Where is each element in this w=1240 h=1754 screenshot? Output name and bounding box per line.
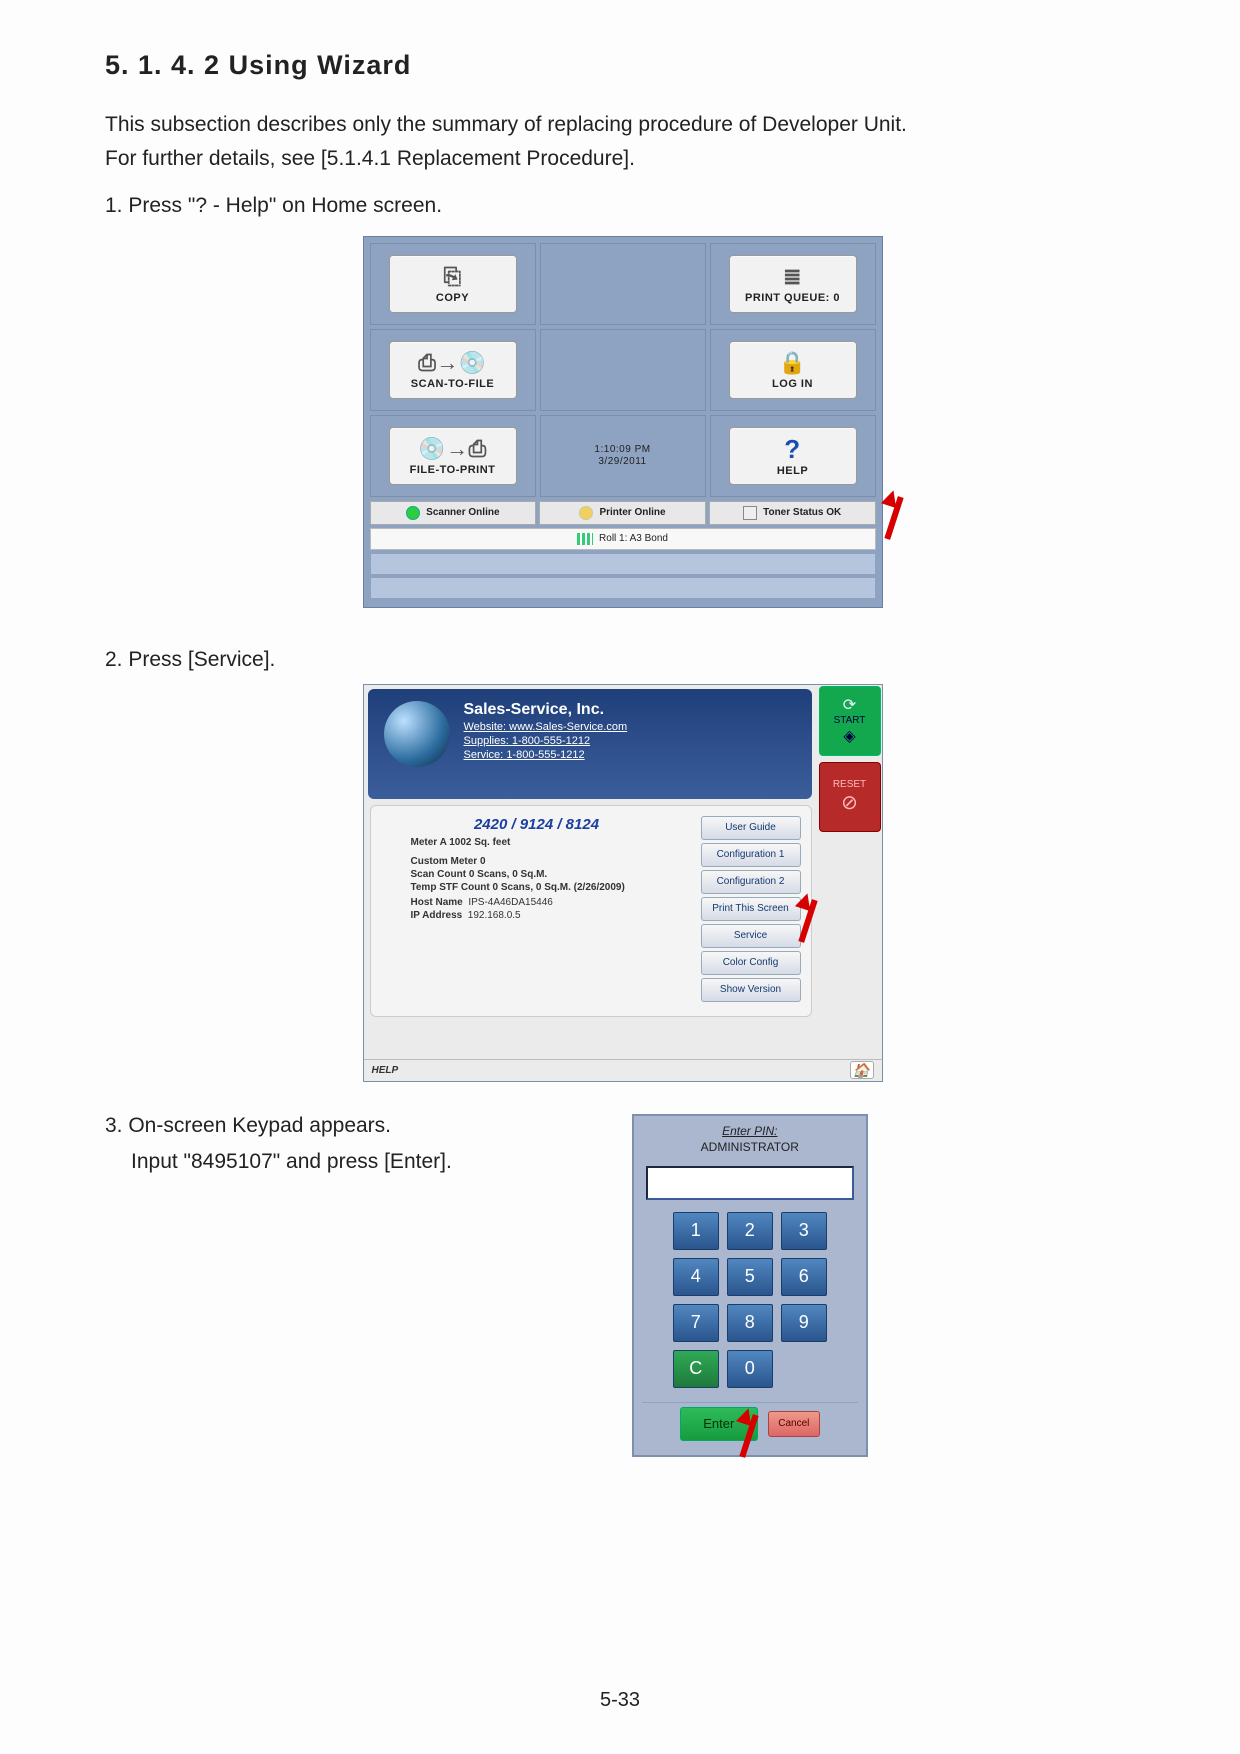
key-8[interactable]: 8: [727, 1304, 773, 1342]
home-time: 1:10:09 PM: [594, 444, 650, 456]
home-icon-button[interactable]: 🏠: [850, 1061, 874, 1079]
start-label: START: [834, 715, 866, 726]
service-label: Service:: [464, 749, 504, 761]
supplies-value: 1-800-555-1212: [512, 735, 590, 747]
file-to-print-icon: 💿→⎙: [418, 436, 487, 462]
step-3-line-1: 3. On-screen Keypad appears.: [105, 1114, 452, 1138]
toner-status-label: Toner Status OK: [763, 507, 841, 518]
toner-status-icon: [743, 506, 757, 520]
keypad-title: Enter PIN:: [642, 1124, 858, 1138]
service-value: 1-800-555-1212: [506, 749, 584, 761]
model-label: 2420 / 9124 / 8124: [381, 816, 693, 833]
key-5[interactable]: 5: [727, 1258, 773, 1296]
annotation-arrow-enter: [732, 1404, 768, 1460]
cancel-button[interactable]: Cancel: [768, 1411, 820, 1437]
custom-meter: Custom Meter 0: [411, 856, 486, 867]
help-header: Sales-Service, Inc. Website: www.Sales-S…: [368, 689, 812, 799]
pin-display[interactable]: [646, 1166, 854, 1200]
configuration-2-button[interactable]: Configuration 2: [701, 870, 801, 894]
step-1: 1. Press "? - Help" on Home screen.: [105, 194, 1140, 218]
print-queue-label: PRINT QUEUE: 0: [745, 292, 840, 304]
print-queue-icon: ≣: [783, 264, 802, 290]
show-version-button[interactable]: Show Version: [701, 978, 801, 1002]
scanner-status-icon: [406, 506, 420, 520]
hostname-label: Host Name: [411, 897, 463, 908]
lock-icon: 🔒: [779, 350, 807, 376]
configuration-1-button[interactable]: Configuration 1: [701, 843, 801, 867]
printer-status-icon: [579, 506, 593, 520]
help-info-panel: 2420 / 9124 / 8124 Meter A 1002 Sq. feet…: [370, 805, 812, 1017]
website-value[interactable]: www.Sales-Service.com: [509, 721, 627, 733]
keypad-subtitle: ADMINISTRATOR: [642, 1140, 858, 1154]
help-tile[interactable]: ? HELP: [729, 427, 857, 485]
annotation-arrow-help: [877, 486, 913, 542]
step-3-line-2: Input "8495107" and press [Enter].: [131, 1150, 452, 1174]
copy-tile[interactable]: ⎘ COPY: [389, 255, 517, 313]
intro-line-2: For further details, see [5.1.4.1 Replac…: [105, 145, 1140, 173]
home-blank-bar-1: [370, 553, 876, 575]
supplies-label: Supplies:: [464, 735, 509, 747]
color-config-button[interactable]: Color Config: [701, 951, 801, 975]
scan-to-file-label: SCAN-TO-FILE: [411, 378, 494, 390]
help-screen-screenshot: Sales-Service, Inc. Website: www.Sales-S…: [363, 684, 883, 1082]
hostname-value: IPS-4A46DA15446: [468, 897, 553, 908]
scan-to-file-tile[interactable]: ⎙→💿 SCAN-TO-FILE: [389, 341, 517, 399]
log-in-label: LOG IN: [772, 378, 813, 390]
home-screen-screenshot: ⎘ COPY ≣ PRINT QUEUE: 0 ⎙→💿 SCAN-TO-FILE…: [363, 236, 883, 608]
roll-label: Roll 1: A3 Bond: [599, 533, 668, 544]
key-4[interactable]: 4: [673, 1258, 719, 1296]
print-queue-tile[interactable]: ≣ PRINT QUEUE: 0: [729, 255, 857, 313]
website-label: Website:: [464, 721, 507, 733]
meter-a: Meter A 1002 Sq. feet: [411, 837, 511, 848]
copy-label: COPY: [436, 292, 469, 304]
temp-stf-count: Temp STF Count 0 Scans, 0 Sq.M. (2/26/20…: [411, 882, 625, 893]
home-date: 3/29/2011: [594, 456, 650, 468]
printer-status: Printer Online: [539, 501, 706, 525]
company-name: Sales-Service, Inc.: [464, 701, 605, 718]
print-this-screen-button[interactable]: Print This Screen: [701, 897, 801, 921]
globe-icon: [384, 701, 450, 767]
scanner-status-label: Scanner Online: [426, 507, 499, 518]
file-to-print-tile[interactable]: 💿→⎙ FILE-TO-PRINT: [389, 427, 517, 485]
ip-label: IP Address: [411, 910, 463, 921]
key-clear[interactable]: C: [673, 1350, 719, 1388]
key-7[interactable]: 7: [673, 1304, 719, 1342]
ip-value: 192.168.0.5: [468, 910, 521, 921]
help-icon: ?: [784, 434, 800, 465]
key-3[interactable]: 3: [781, 1212, 827, 1250]
key-6[interactable]: 6: [781, 1258, 827, 1296]
help-label: HELP: [777, 465, 808, 477]
roll-status: Roll 1: A3 Bond: [370, 528, 876, 550]
key-9[interactable]: 9: [781, 1304, 827, 1342]
printer-status-label: Printer Online: [599, 507, 665, 518]
key-2[interactable]: 2: [727, 1212, 773, 1250]
key-0[interactable]: 0: [727, 1350, 773, 1388]
toner-status: Toner Status OK: [709, 501, 876, 525]
scan-count: Scan Count 0 Scans, 0 Sq.M.: [411, 869, 548, 880]
scan-to-file-icon: ⎙→💿: [418, 350, 487, 376]
section-heading: 5. 1. 4. 2 Using Wizard: [105, 50, 1140, 81]
user-guide-button[interactable]: User Guide: [701, 816, 801, 840]
page-number: 5-33: [0, 1689, 1240, 1712]
reset-label: RESET: [833, 779, 866, 790]
annotation-arrow-service: [791, 889, 827, 945]
start-button[interactable]: ⟳ START ◈: [819, 686, 881, 756]
service-button[interactable]: Service: [701, 924, 801, 948]
home-blank-bar-2: [370, 577, 876, 599]
copy-icon: ⎘: [443, 264, 461, 290]
step-2: 2. Press [Service].: [105, 648, 1140, 672]
log-in-tile[interactable]: 🔒 LOG IN: [729, 341, 857, 399]
key-1[interactable]: 1: [673, 1212, 719, 1250]
scanner-status: Scanner Online: [370, 501, 537, 525]
roll-icon: [577, 533, 593, 545]
help-footer-label: HELP: [372, 1065, 399, 1076]
file-to-print-label: FILE-TO-PRINT: [410, 464, 496, 476]
intro-line-1: This subsection describes only the summa…: [105, 111, 1140, 139]
reset-button[interactable]: RESET ⊘: [819, 762, 881, 832]
